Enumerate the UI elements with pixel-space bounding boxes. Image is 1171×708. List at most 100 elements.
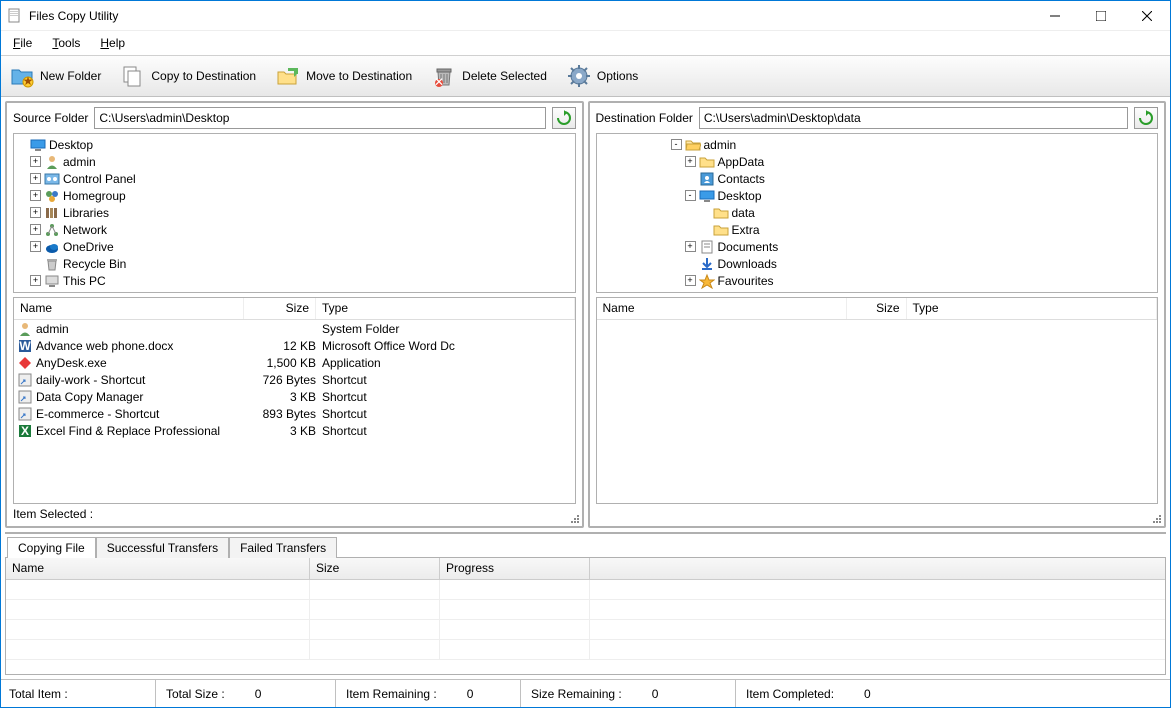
svg-text:X: X xyxy=(21,424,29,438)
main-split: Source Folder Desktop+admin+Control Pane… xyxy=(1,97,1170,532)
file-row[interactable]: adminSystem Folder xyxy=(14,320,575,337)
tab-failed[interactable]: Failed Transfers xyxy=(229,537,337,558)
tree-item[interactable]: Recycle Bin xyxy=(16,255,573,272)
tree-item[interactable]: -admin xyxy=(599,136,1156,153)
tree-label: Desktop xyxy=(718,189,762,203)
expander[interactable]: - xyxy=(671,139,682,150)
tree-item[interactable]: Desktop xyxy=(16,136,573,153)
file-row[interactable]: daily-work - Shortcut726 BytesShortcut xyxy=(14,371,575,388)
documents-icon xyxy=(699,239,715,255)
expander[interactable]: + xyxy=(30,173,41,184)
expander[interactable]: + xyxy=(30,275,41,286)
tree-label: admin xyxy=(63,155,96,169)
destination-columns[interactable]: Name Size Type xyxy=(597,298,1158,320)
menu-file[interactable]: File xyxy=(9,34,36,52)
tree-item[interactable]: Links xyxy=(599,289,1156,293)
col-type[interactable]: Type xyxy=(316,298,575,319)
file-type: Microsoft Office Word Dc xyxy=(316,339,575,353)
col-size[interactable]: Size xyxy=(310,558,440,579)
excel-icon: X xyxy=(17,423,33,439)
tab-copying[interactable]: Copying File xyxy=(7,537,96,558)
tree-item[interactable]: +Favourites xyxy=(599,272,1156,289)
tree-item[interactable]: +AppData xyxy=(599,153,1156,170)
tree-item[interactable]: +Control Panel xyxy=(16,170,573,187)
file-row[interactable]: E-commerce - Shortcut893 BytesShortcut xyxy=(14,405,575,422)
tree-item[interactable]: Contacts xyxy=(599,170,1156,187)
expander[interactable]: + xyxy=(30,156,41,167)
file-row[interactable]: XExcel Find & Replace Professional3 KBSh… xyxy=(14,422,575,439)
new-folder-button[interactable]: ★ New Folder xyxy=(5,59,112,93)
destination-label: Destination Folder xyxy=(596,111,693,125)
tree-item[interactable]: data xyxy=(599,204,1156,221)
file-row[interactable]: AnyDesk.exe1,500 KBApplication xyxy=(14,354,575,371)
source-tree[interactable]: Desktop+admin+Control Panel+Homegroup+Li… xyxy=(13,133,576,293)
file-row[interactable]: Data Copy Manager3 KBShortcut xyxy=(14,388,575,405)
tree-item[interactable]: +Documents xyxy=(599,238,1156,255)
tab-successful[interactable]: Successful Transfers xyxy=(96,537,229,558)
tree-label: Libraries xyxy=(63,206,109,220)
menu-tools[interactable]: Tools xyxy=(48,34,84,52)
expander[interactable]: + xyxy=(30,241,41,252)
destination-refresh-button[interactable] xyxy=(1134,107,1158,129)
options-button[interactable]: Options xyxy=(562,59,649,93)
source-refresh-button[interactable] xyxy=(552,107,576,129)
expander[interactable]: + xyxy=(30,190,41,201)
expander[interactable]: + xyxy=(30,224,41,235)
close-button[interactable] xyxy=(1124,1,1170,31)
onedrive-icon xyxy=(44,239,60,255)
file-size: 893 Bytes xyxy=(244,407,316,421)
delete-button[interactable]: ✕ Delete Selected xyxy=(427,59,558,93)
source-columns[interactable]: Name Size Type xyxy=(14,298,575,320)
libraries-icon xyxy=(44,205,60,221)
resize-grip[interactable] xyxy=(1152,514,1162,524)
col-name[interactable]: Name xyxy=(597,298,847,319)
copy-button[interactable]: Copy to Destination xyxy=(116,59,267,93)
folder-icon xyxy=(44,290,60,294)
tree-item[interactable]: +Homegroup xyxy=(16,187,573,204)
expander[interactable]: + xyxy=(685,275,696,286)
tree-item[interactable]: +This PC xyxy=(16,272,573,289)
total-item-label: Total Item : xyxy=(9,687,68,701)
col-size[interactable]: Size xyxy=(244,298,316,319)
options-label: Options xyxy=(597,69,638,83)
menubar: File Tools Help xyxy=(1,31,1170,55)
item-completed-label: Item Completed: xyxy=(746,687,834,701)
col-size[interactable]: Size xyxy=(847,298,907,319)
size-remaining-value: 0 xyxy=(652,687,659,701)
tree-item[interactable]: +Network xyxy=(16,221,573,238)
col-progress[interactable]: Progress xyxy=(440,558,590,579)
minimize-button[interactable] xyxy=(1032,1,1078,31)
progress-row xyxy=(6,600,1165,620)
statusbar: Total Item : Total Size :0 Item Remainin… xyxy=(1,679,1170,707)
source-filelist[interactable]: Name Size Type adminSystem FolderWAdvanc… xyxy=(13,297,576,504)
tree-item[interactable]: Extra xyxy=(599,221,1156,238)
destination-filelist[interactable]: Name Size Type xyxy=(596,297,1159,504)
progress-columns[interactable]: Name Size Progress xyxy=(6,558,1165,580)
expander[interactable]: + xyxy=(685,156,696,167)
col-name[interactable]: Name xyxy=(6,558,310,579)
destination-tree[interactable]: -admin+AppDataContacts-DesktopdataExtra+… xyxy=(596,133,1159,293)
delete-label: Delete Selected xyxy=(462,69,547,83)
progress-grid[interactable]: Name Size Progress xyxy=(5,557,1166,675)
move-button[interactable]: Move to Destination xyxy=(271,59,423,93)
source-path-input[interactable] xyxy=(94,107,545,129)
tree-item[interactable]: Extra xyxy=(16,289,573,293)
menu-help[interactable]: Help xyxy=(96,34,129,52)
tree-item[interactable]: - Desktop xyxy=(599,187,1156,204)
col-type[interactable]: Type xyxy=(907,298,1158,319)
file-row[interactable]: WAdvance web phone.docx12 KBMicrosoft Of… xyxy=(14,337,575,354)
expander[interactable]: + xyxy=(30,207,41,218)
expander[interactable]: + xyxy=(685,241,696,252)
file-type: Shortcut xyxy=(316,407,575,421)
tree-item[interactable]: +OneDrive xyxy=(16,238,573,255)
tree-item[interactable]: + Libraries xyxy=(16,204,573,221)
destination-path-input[interactable] xyxy=(699,107,1128,129)
tree-item[interactable]: Downloads xyxy=(599,255,1156,272)
item-remaining-label: Item Remaining : xyxy=(346,687,437,701)
resize-grip[interactable] xyxy=(570,514,580,524)
expander[interactable]: - xyxy=(685,190,696,201)
col-name[interactable]: Name xyxy=(14,298,244,319)
tree-item[interactable]: + admin xyxy=(16,153,573,170)
shortcut-icon xyxy=(17,406,33,422)
maximize-button[interactable] xyxy=(1078,1,1124,31)
